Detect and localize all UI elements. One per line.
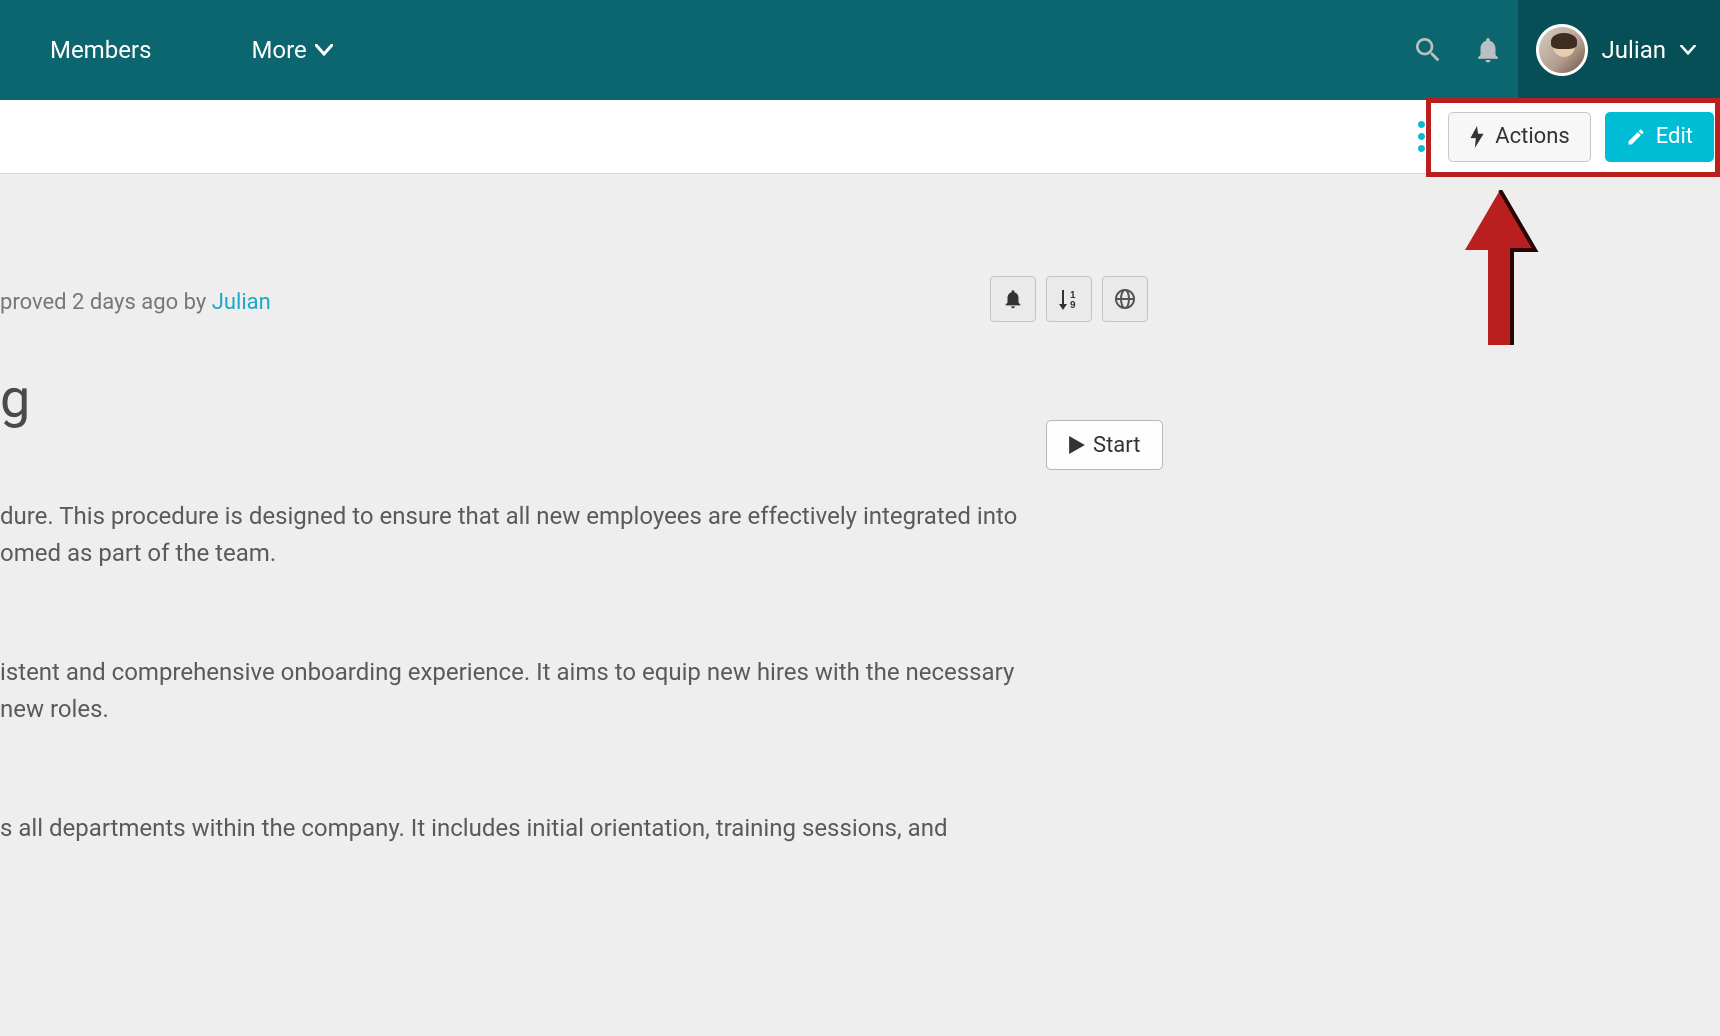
kebab-dot — [1418, 133, 1425, 140]
sort-numeric-icon: 19 — [1057, 288, 1081, 310]
nav-more-label: More — [251, 36, 306, 64]
bell-icon — [1473, 35, 1503, 65]
top-nav-bar: Members More Julian — [0, 0, 1720, 100]
start-button[interactable]: Start — [1046, 420, 1163, 470]
user-name: Julian — [1602, 36, 1666, 64]
meta-prefix: proved 2 days ago by — [0, 290, 212, 315]
top-nav-right: Julian — [1398, 0, 1720, 100]
search-icon — [1412, 34, 1444, 66]
notifications-button[interactable] — [1458, 20, 1518, 80]
nav-members[interactable]: Members — [50, 36, 151, 64]
chevron-down-icon — [315, 44, 333, 56]
subscribe-button[interactable] — [990, 276, 1036, 322]
start-label: Start — [1093, 433, 1140, 458]
user-menu[interactable]: Julian — [1518, 0, 1720, 100]
nav-more[interactable]: More — [251, 36, 332, 64]
action-group: Actions Edit — [1408, 108, 1720, 166]
nav-members-label: Members — [50, 36, 151, 64]
body-paragraph-1: dure. This procedure is designed to ensu… — [0, 498, 1030, 572]
edit-label: Edit — [1656, 124, 1693, 149]
avatar — [1536, 24, 1588, 76]
svg-text:9: 9 — [1070, 300, 1076, 310]
annotation-arrow-icon — [1460, 190, 1540, 350]
kebab-dot — [1418, 145, 1425, 152]
more-options-button[interactable] — [1408, 121, 1434, 152]
globe-icon — [1113, 287, 1137, 311]
bell-icon — [1002, 288, 1024, 310]
page-tool-group: 19 — [990, 276, 1148, 322]
top-nav-left: Members More — [0, 36, 333, 64]
meta-line: proved 2 days ago by Julian — [0, 290, 271, 315]
bolt-icon — [1469, 126, 1485, 148]
actions-label: Actions — [1495, 124, 1569, 149]
chevron-down-icon — [1680, 45, 1696, 55]
page-title-fragment: g — [0, 368, 30, 431]
search-button[interactable] — [1398, 20, 1458, 80]
actions-button[interactable]: Actions — [1448, 112, 1590, 162]
meta-user-link[interactable]: Julian — [212, 290, 271, 315]
play-icon — [1069, 436, 1085, 454]
edit-icon — [1626, 127, 1646, 147]
action-bar: Actions Edit — [0, 100, 1720, 174]
body-paragraph-3: s all departments within the company. It… — [0, 810, 948, 847]
visibility-button[interactable] — [1102, 276, 1148, 322]
kebab-dot — [1418, 121, 1425, 128]
body-paragraph-2: istent and comprehensive onboarding expe… — [0, 654, 1030, 728]
sort-button[interactable]: 19 — [1046, 276, 1092, 322]
edit-button[interactable]: Edit — [1605, 112, 1714, 162]
